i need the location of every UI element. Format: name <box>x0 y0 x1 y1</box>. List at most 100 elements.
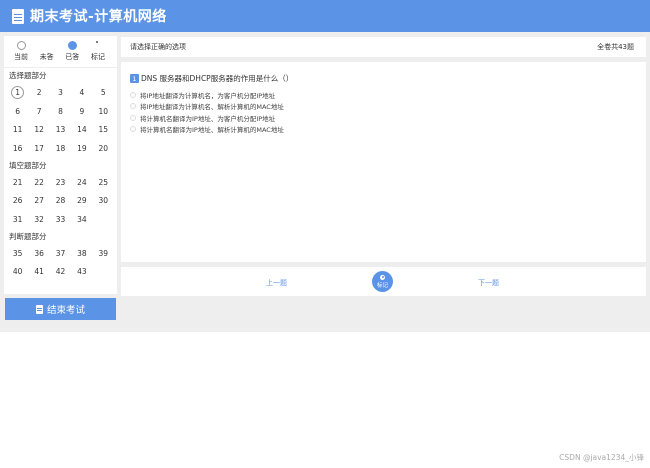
question-nav-number: 13 <box>55 125 66 135</box>
question-nav-item[interactable]: 2 <box>28 83 49 102</box>
legend-label: 已答 <box>65 53 80 61</box>
question-nav-item[interactable]: 42 <box>50 263 71 282</box>
question-nav-item[interactable]: 24 <box>71 173 92 192</box>
question-nav-number: 23 <box>55 177 66 187</box>
question-nav-number: 28 <box>55 196 66 206</box>
question-nav-number: 37 <box>55 248 66 258</box>
question-nav-item[interactable]: 13 <box>50 120 71 139</box>
answer-option[interactable]: 将IP地址翻译为计算机名，为客户机分配IP地址 <box>130 89 637 101</box>
question-nav-item[interactable]: 31 <box>7 210 28 229</box>
question-nav-item[interactable]: 11 <box>7 120 28 139</box>
question-nav-item[interactable]: 39 <box>93 244 114 263</box>
answer-option[interactable]: 将IP地址翻译为计算机名、解析计算机的MAC地址 <box>130 101 637 113</box>
question-nav-item[interactable]: 27 <box>28 191 49 210</box>
question-panel: 1 DNS 服务器和DHCP服务器的作用是什么（） 将IP地址翻译为计算机名，为… <box>121 62 646 262</box>
question-nav-item[interactable]: 16 <box>7 139 28 158</box>
option-text: 将IP地址翻译为计算机名，为客户机分配IP地址 <box>140 91 276 100</box>
question-nav-item[interactable]: 23 <box>50 173 71 192</box>
question-nav-number: 10 <box>98 106 109 116</box>
instruction-text: 请选择正确的选项 <box>130 43 186 51</box>
answer-option[interactable]: 将计算机名翻译为IP地址、解析计算机的MAC地址 <box>130 124 637 136</box>
question-nav-item[interactable]: 40 <box>7 263 28 282</box>
question-nav-item[interactable]: 4 <box>71 83 92 102</box>
question-nav-number: 33 <box>55 214 66 224</box>
next-question-link[interactable]: 下一题 <box>478 278 499 288</box>
question-nav-item[interactable]: 19 <box>71 139 92 158</box>
question-nav-item[interactable]: 25 <box>93 173 114 192</box>
answer-option[interactable]: 将计算机名翻译为IP地址、为客户机分配IP地址 <box>130 112 637 124</box>
legend-answered: 已答 <box>61 41 83 67</box>
question-nav-number: 25 <box>98 177 109 187</box>
question-nav-item[interactable]: 12 <box>28 120 49 139</box>
radio-button[interactable] <box>130 126 136 133</box>
question-nav-item[interactable]: 33 <box>50 210 71 229</box>
choice-question-grid: 1 2 3 4 5 6 7 8 9 10 11 12 13 14 15 16 17 18 19 20 <box>4 83 117 158</box>
question-nav-item[interactable]: 17 <box>28 139 49 158</box>
section-title-fill: 填空题部分 <box>9 160 47 170</box>
question-nav-item[interactable]: 29 <box>71 191 92 210</box>
section-title-choice: 选择题部分 <box>9 71 47 80</box>
question-navigator: 当前 未答 已答 标记 选择题部分 1 2 3 4 5 6 7 8 9 10 11 12 13 14 15 1… <box>4 36 117 294</box>
radio-button[interactable] <box>130 103 136 110</box>
question-nav-number: 31 <box>12 214 23 224</box>
options-list: 将IP地址翻译为计算机名，为客户机分配IP地址 将IP地址翻译为计算机名、解析计算… <box>130 89 637 135</box>
question-nav-item[interactable]: 10 <box>93 102 114 121</box>
radio-button[interactable] <box>130 114 136 121</box>
status-legend: 当前 未答 已答 标记 <box>4 36 117 68</box>
document-icon <box>12 8 24 24</box>
question-nav-item[interactable]: 26 <box>7 191 28 210</box>
question-nav-number: 19 <box>77 143 87 153</box>
question-nav-item[interactable]: 43 <box>71 263 92 282</box>
question-nav-number: 35 <box>12 248 23 258</box>
question-nav-item[interactable]: 9 <box>71 102 92 121</box>
question-nav-item[interactable]: 20 <box>93 139 114 158</box>
question-nav-number: 15 <box>98 125 109 135</box>
legend-unanswered: 未答 <box>36 41 58 67</box>
question-nav-item[interactable]: 32 <box>28 210 49 229</box>
question-nav-number: 41 <box>34 267 44 277</box>
end-exam-label: 结束考试 <box>46 305 85 316</box>
current-circle-icon <box>16 41 26 50</box>
question-nav-item[interactable]: 8 <box>50 102 71 121</box>
question-nav-item[interactable]: 34 <box>71 210 92 229</box>
question-nav-item[interactable]: 21 <box>7 173 28 192</box>
question-nav-item[interactable]: 18 <box>50 139 71 158</box>
question-nav-item[interactable]: 7 <box>28 102 49 121</box>
question-nav-item[interactable]: 22 <box>28 173 49 192</box>
legend-current: 当前 <box>10 41 32 67</box>
question-nav-item[interactable]: 15 <box>93 120 114 139</box>
legend-flagged: 标记 <box>87 41 109 67</box>
question-text: DNS 服务器和DHCP服务器的作用是什么（） <box>141 74 294 83</box>
question-nav-item[interactable]: 3 <box>50 83 71 102</box>
question-nav-number: 26 <box>12 196 23 206</box>
document-icon <box>35 304 43 314</box>
question-nav-item[interactable]: 37 <box>50 244 71 263</box>
question-nav-item[interactable]: 38 <box>71 244 92 263</box>
question-nav-number: 22 <box>34 177 44 187</box>
question-nav-number: 43 <box>77 267 87 277</box>
question-nav-item[interactable]: 30 <box>93 191 114 210</box>
question-nav-item[interactable]: 28 <box>50 191 71 210</box>
judge-question-grid: 35 36 37 38 39 40 41 42 43 <box>4 244 117 281</box>
question-nav-item[interactable]: 5 <box>93 83 114 102</box>
question-nav-number: 36 <box>34 248 44 258</box>
question-nav-item[interactable]: 35 <box>7 244 28 263</box>
question-number-badge: 1 <box>130 74 139 83</box>
option-text: 将计算机名翻译为IP地址、解析计算机的MAC地址 <box>140 126 284 135</box>
answered-circle-icon <box>67 41 77 50</box>
mark-question-button[interactable]: 标记 <box>372 271 393 292</box>
question-nav-item[interactable]: 6 <box>7 102 28 121</box>
question-nav-number: 7 <box>36 106 42 116</box>
question-nav-number: 14 <box>77 125 87 135</box>
radio-button[interactable] <box>130 91 136 98</box>
question-nav-item[interactable]: 41 <box>28 263 49 282</box>
question-nav-number: 9 <box>79 106 85 116</box>
question-nav-item[interactable]: 14 <box>71 120 92 139</box>
question-nav-item[interactable]: 36 <box>28 244 49 263</box>
instruction-bar: 请选择正确的选项 全卷共43题 <box>121 37 646 57</box>
end-exam-button[interactable]: 结束考试 <box>5 298 116 320</box>
prev-question-link[interactable]: 上一题 <box>266 278 287 288</box>
question-nav-item[interactable]: 1 <box>7 83 28 102</box>
question-nav-number: 27 <box>34 196 44 206</box>
option-text: 将IP地址翻译为计算机名、解析计算机的MAC地址 <box>140 103 284 112</box>
